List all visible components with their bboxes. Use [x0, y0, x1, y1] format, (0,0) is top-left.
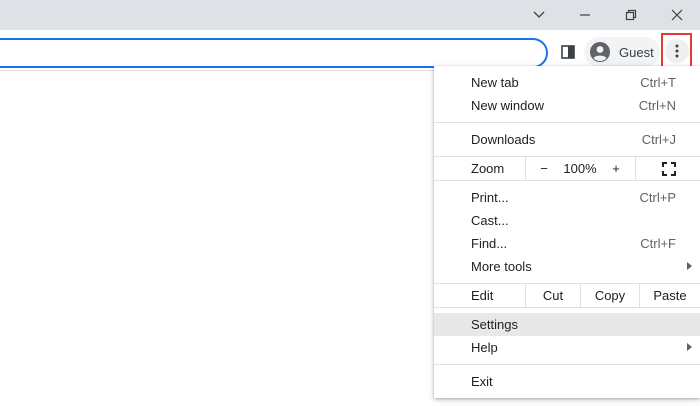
menu-separator	[434, 122, 700, 123]
title-bar	[0, 0, 700, 30]
avatar	[588, 40, 612, 64]
menu-item-label: New tab	[471, 75, 519, 90]
profile-label: Guest	[619, 44, 654, 60]
cut-label: Cut	[542, 288, 564, 303]
customize-menu-button[interactable]	[661, 33, 692, 69]
menu-item-label: Print...	[471, 190, 509, 205]
menu-separator	[434, 364, 700, 365]
restore-icon	[625, 9, 637, 21]
submenu-arrow-icon	[687, 262, 692, 270]
menu-item-new-window[interactable]: New window Ctrl+N	[434, 94, 700, 117]
menu-item-exit[interactable]: Exit	[434, 370, 700, 393]
restore-button[interactable]	[608, 0, 654, 30]
menu-item-label: Downloads	[471, 132, 536, 147]
zoom-out-button[interactable]: −	[530, 157, 558, 180]
chrome-menu: New tab Ctrl+T New window Ctrl+N Downloa…	[434, 66, 700, 398]
zoom-level: 100%	[558, 157, 602, 180]
side-panel-button[interactable]	[556, 40, 580, 64]
shortcut-label: Ctrl+T	[640, 75, 676, 90]
zoom-label: Zoom	[471, 161, 505, 176]
zoom-in-button[interactable]: +	[602, 157, 630, 180]
menu-item-more-tools[interactable]: More tools	[434, 255, 700, 278]
zoom-out-label: −	[540, 161, 548, 176]
menu-item-find[interactable]: Find... Ctrl+F	[434, 232, 700, 255]
paste-label: Paste	[653, 288, 687, 303]
copy-label: Copy	[594, 288, 626, 303]
copy-button[interactable]: Copy	[581, 284, 639, 307]
menu-item-label: More tools	[471, 259, 532, 274]
tab-search-button[interactable]	[516, 0, 562, 30]
menu-button-background	[664, 39, 689, 63]
menu-separator	[434, 180, 700, 181]
zoom-divider	[635, 157, 636, 180]
cut-button[interactable]: Cut	[526, 284, 580, 307]
shortcut-label: Ctrl+P	[639, 190, 676, 205]
menu-separator	[434, 307, 700, 308]
zoom-in-label: +	[612, 161, 620, 176]
address-bar[interactable]	[0, 38, 548, 68]
menu-item-label: Help	[471, 340, 498, 355]
chevron-down-icon	[533, 11, 545, 18]
zoom-divider	[525, 157, 526, 180]
submenu-arrow-icon	[687, 343, 692, 351]
menu-item-help[interactable]: Help	[434, 336, 700, 359]
fullscreen-icon[interactable]	[662, 162, 676, 176]
menu-item-cast[interactable]: Cast...	[434, 209, 700, 232]
more-vert-icon	[675, 44, 678, 58]
paste-button[interactable]: Paste	[640, 284, 700, 307]
menu-item-print[interactable]: Print... Ctrl+P	[434, 186, 700, 209]
profile-button[interactable]: Guest	[584, 37, 660, 67]
menu-item-label: Find...	[471, 236, 508, 251]
close-window-button[interactable]	[654, 0, 700, 30]
shortcut-label: Ctrl+J	[641, 132, 676, 147]
close-icon	[671, 9, 683, 21]
account-circle-icon	[590, 42, 610, 62]
menu-item-label: Exit	[471, 374, 493, 389]
menu-item-new-tab[interactable]: New tab Ctrl+T	[434, 71, 700, 94]
shortcut-label: Ctrl+F	[640, 236, 676, 251]
side-panel-icon	[561, 45, 575, 59]
shortcut-label: Ctrl+N	[638, 98, 676, 113]
minimize-icon	[580, 14, 590, 16]
menu-item-label: Cast...	[471, 213, 509, 228]
menu-item-downloads[interactable]: Downloads Ctrl+J	[434, 128, 700, 151]
minimize-button[interactable]	[562, 0, 608, 30]
menu-item-label: New window	[471, 98, 544, 113]
menu-item-settings[interactable]: Settings	[434, 313, 700, 336]
zoom-level-value: 100%	[563, 161, 597, 176]
edit-label: Edit	[471, 288, 494, 303]
menu-item-label: Settings	[471, 317, 518, 332]
